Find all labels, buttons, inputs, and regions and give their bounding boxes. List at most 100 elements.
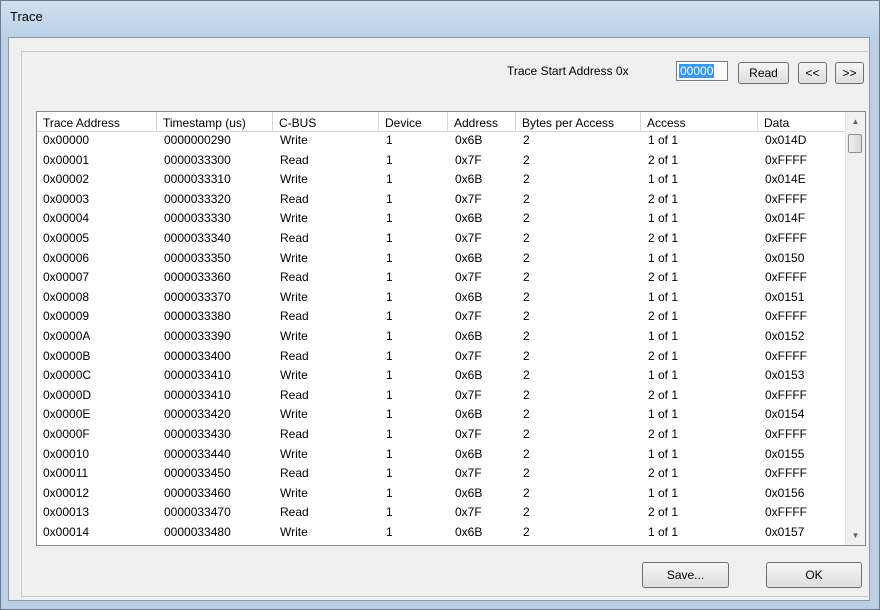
scroll-down-arrow-icon[interactable]: ▼ (846, 526, 865, 545)
trace-list[interactable]: Trace Address Timestamp (us) C-BUS Devic… (36, 111, 866, 546)
device-cell: 1 (386, 191, 393, 206)
column-header-trace-address[interactable]: Trace Address (37, 112, 157, 132)
cbus-cell: Read (280, 466, 309, 481)
save-button[interactable]: Save... (642, 562, 729, 588)
trace-address-cell: 0x00011 (43, 466, 89, 481)
bytes-per-access-cell: 2 (523, 250, 530, 265)
device-cell: 1 (386, 368, 393, 383)
address-cell: 0x7F (455, 152, 482, 167)
trace-address-cell: 0x0000E (43, 407, 91, 422)
trace-address-cell: 0x00010 (43, 446, 90, 461)
data-cell: 0xFFFF (765, 309, 807, 324)
table-row[interactable]: 0x00001 0000033300 Read 1 0x7F 2 2 of 1 0xFFFF (37, 153, 847, 173)
title-bar[interactable]: Trace (1, 1, 879, 37)
access-cell: 2 of 1 (648, 348, 679, 363)
table-row[interactable]: 0x00009 0000033380 Read 1 0x7F 2 2 of 1 0xFFFF (37, 309, 847, 329)
address-cell: 0x7F (455, 466, 482, 481)
table-row[interactable]: 0x00006 0000033350 Write 1 0x6B 2 1 of 1 0x0150 (37, 251, 847, 271)
bytes-per-access-cell: 2 (523, 230, 530, 245)
access-cell: 1 of 1 (648, 524, 679, 539)
column-header-cbus[interactable]: C-BUS (273, 112, 379, 132)
data-cell: 0xFFFF (765, 387, 807, 402)
column-header-data[interactable]: Data (758, 112, 847, 132)
trace-start-address-input[interactable]: 00000 (676, 61, 728, 81)
timestamp-cell: 0000033440 (164, 446, 231, 461)
table-row[interactable]: 0x00004 0000033330 Write 1 0x6B 2 1 of 1 0x014F (37, 211, 847, 231)
timestamp-cell: 0000033390 (164, 328, 231, 343)
cbus-cell: Read (280, 426, 309, 441)
vertical-scrollbar[interactable]: ▲ ▼ (845, 112, 865, 545)
timestamp-cell: 0000000290 (164, 133, 231, 147)
data-cell: 0xFFFF (765, 348, 807, 363)
timestamp-cell: 0000033320 (164, 191, 231, 206)
table-row[interactable]: 0x0000C 0000033410 Write 1 0x6B 2 1 of 1 0x0153 (37, 368, 847, 388)
table-row[interactable]: 0x00007 0000033360 Read 1 0x7F 2 2 of 1 0xFFFF (37, 270, 847, 290)
table-row[interactable]: 0x00002 0000033310 Write 1 0x6B 2 1 of 1 0x014E (37, 172, 847, 192)
address-cell: 0x6B (455, 133, 483, 147)
timestamp-cell: 0000033410 (164, 387, 231, 402)
table-row[interactable]: 0x00008 0000033370 Write 1 0x6B 2 1 of 1 0x0151 (37, 290, 847, 310)
column-header-timestamp[interactable]: Timestamp (us) (157, 112, 273, 132)
table-row[interactable]: 0x00011 0000033450 Read 1 0x7F 2 2 of 1 0xFFFF (37, 466, 847, 486)
table-row[interactable]: 0x00000 0000000290 Write 1 0x6B 2 1 of 1 0x014D (37, 133, 847, 153)
data-cell: 0xFFFF (765, 152, 807, 167)
column-header-address[interactable]: Address (448, 112, 516, 132)
cbus-cell: Read (280, 387, 309, 402)
table-row[interactable]: 0x0000B 0000033400 Read 1 0x7F 2 2 of 1 0xFFFF (37, 349, 847, 369)
access-cell: 2 of 1 (648, 309, 679, 324)
address-cell: 0x6B (455, 250, 483, 265)
access-cell: 1 of 1 (648, 172, 679, 187)
data-cell: 0x0150 (765, 250, 805, 265)
data-cell: 0x0154 (765, 407, 805, 422)
address-cell: 0x6B (455, 211, 483, 226)
timestamp-cell: 0000033450 (164, 466, 231, 481)
scrollbar-thumb[interactable] (848, 134, 862, 153)
scroll-up-arrow-icon[interactable]: ▲ (846, 112, 865, 131)
device-cell: 1 (386, 485, 393, 500)
table-row[interactable]: 0x00005 0000033340 Read 1 0x7F 2 2 of 1 0xFFFF (37, 231, 847, 251)
data-cell: 0xFFFF (765, 270, 807, 285)
access-cell: 1 of 1 (648, 407, 679, 422)
data-cell: 0xFFFF (765, 426, 807, 441)
data-cell: 0xFFFF (765, 466, 807, 481)
timestamp-cell: 0000033420 (164, 407, 231, 422)
data-cell: 0x0157 (765, 524, 805, 539)
address-cell: 0x7F (455, 387, 482, 402)
table-row[interactable]: 0x0000D 0000033410 Read 1 0x7F 2 2 of 1 0xFFFF (37, 388, 847, 408)
timestamp-cell: 0000033350 (164, 250, 231, 265)
table-row[interactable]: 0x0000E 0000033420 Write 1 0x6B 2 1 of 1 0x0154 (37, 407, 847, 427)
device-cell: 1 (386, 387, 393, 402)
column-header-access[interactable]: Access (641, 112, 758, 132)
bytes-per-access-cell: 2 (523, 446, 530, 461)
read-button[interactable]: Read (738, 62, 789, 84)
window-title: Trace (10, 9, 43, 24)
bytes-per-access-cell: 2 (523, 152, 530, 167)
column-header-bytes-per-access[interactable]: Bytes per Access (516, 112, 641, 132)
ok-button[interactable]: OK (766, 562, 862, 588)
access-cell: 1 of 1 (648, 133, 679, 147)
device-cell: 1 (386, 289, 393, 304)
table-row[interactable]: 0x00013 0000033470 Read 1 0x7F 2 2 of 1 0xFFFF (37, 505, 847, 525)
column-header-device[interactable]: Device (379, 112, 448, 132)
next-page-button[interactable]: >> (835, 62, 864, 84)
cbus-cell: Write (280, 524, 308, 539)
data-cell: 0x0155 (765, 446, 805, 461)
table-row[interactable]: 0x00012 0000033460 Write 1 0x6B 2 1 of 1 0x0156 (37, 486, 847, 506)
cbus-cell: Read (280, 191, 309, 206)
table-row[interactable]: 0x00010 0000033440 Write 1 0x6B 2 1 of 1 0x0155 (37, 447, 847, 467)
previous-page-button[interactable]: << (798, 62, 827, 84)
bytes-per-access-cell: 2 (523, 211, 530, 226)
table-row[interactable]: 0x0000F 0000033430 Read 1 0x7F 2 2 of 1 0xFFFF (37, 427, 847, 447)
address-cell: 0x7F (455, 270, 482, 285)
table-row[interactable]: 0x00014 0000033480 Write 1 0x6B 2 1 of 1 0x0157 (37, 525, 847, 545)
access-cell: 1 of 1 (648, 289, 679, 304)
table-row[interactable]: 0x00003 0000033320 Read 1 0x7F 2 2 of 1 0xFFFF (37, 192, 847, 212)
table-row[interactable]: 0x0000A 0000033390 Write 1 0x6B 2 1 of 1 0x0152 (37, 329, 847, 349)
trace-address-cell: 0x0000D (43, 387, 92, 402)
device-cell: 1 (386, 328, 393, 343)
bytes-per-access-cell: 2 (523, 328, 530, 343)
access-cell: 1 of 1 (648, 250, 679, 265)
cbus-cell: Write (280, 328, 308, 343)
bytes-per-access-cell: 2 (523, 524, 530, 539)
device-cell: 1 (386, 309, 393, 324)
